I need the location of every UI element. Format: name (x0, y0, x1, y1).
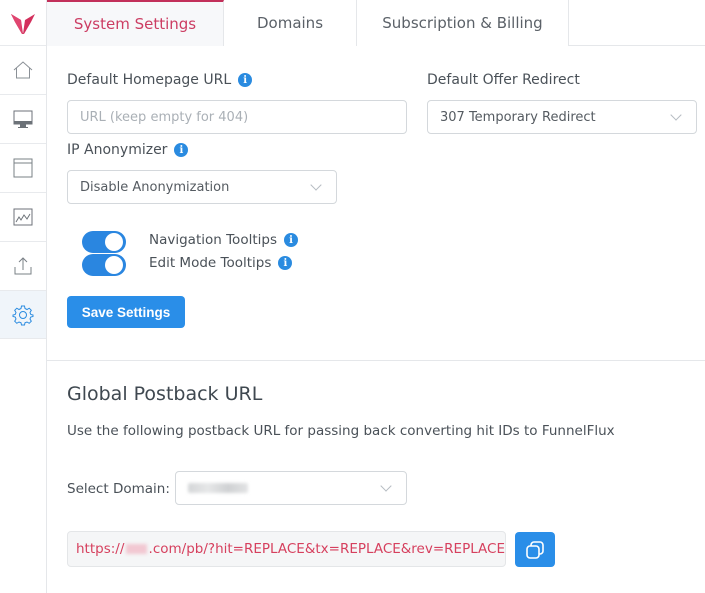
chevron-down-icon (380, 479, 392, 492)
select-domain-label: Select Domain: (67, 481, 170, 497)
chevron-down-icon (310, 178, 322, 191)
toggle-knob (105, 256, 123, 274)
tab-subscription-billing[interactable]: Subscription & Billing (357, 0, 569, 46)
sidebar-item-upload[interactable] (0, 241, 46, 290)
postback-url-field[interactable]: https:// .com/pb/?hit=REPLACE&tx=REPLACE… (67, 531, 506, 567)
offer-redirect-label: Default Offer Redirect (427, 72, 580, 88)
info-icon[interactable]: i (283, 233, 298, 247)
save-settings-button[interactable]: Save Settings (67, 296, 185, 328)
chevron-down-icon (670, 108, 682, 121)
sidebar (0, 0, 47, 593)
edit-mode-tooltips-label: Edit Mode Tooltips i (149, 255, 293, 271)
gear-icon (12, 305, 34, 325)
sidebar-item-browser[interactable] (0, 143, 46, 192)
offer-redirect-select[interactable]: 307 Temporary Redirect (427, 100, 697, 134)
window-icon (13, 158, 33, 178)
sidebar-item-settings[interactable] (0, 290, 46, 339)
main-content: Default Homepage URL i URL (keep empty f… (47, 47, 705, 593)
chart-icon (13, 208, 33, 226)
homepage-url-placeholder: URL (keep empty for 404) (80, 109, 249, 125)
monitor-icon (13, 110, 33, 128)
info-icon[interactable]: i (238, 73, 253, 87)
info-icon[interactable]: i (174, 143, 189, 157)
tab-system-settings[interactable]: System Settings (47, 0, 224, 46)
edit-mode-tooltips-toggle[interactable] (82, 254, 126, 276)
logo-icon (11, 13, 35, 34)
domain-select[interactable] (175, 471, 407, 505)
navigation-tooltips-label: Navigation Tooltips i (149, 232, 298, 248)
sidebar-item-home[interactable] (0, 45, 46, 94)
ip-anonymizer-select[interactable]: Disable Anonymization (67, 170, 337, 204)
upload-icon (14, 257, 32, 275)
domain-blurred (126, 544, 147, 554)
postback-section-title: Global Postback URL (67, 383, 263, 405)
homepage-url-label: Default Homepage URL i (67, 72, 253, 88)
homepage-url-input[interactable]: URL (keep empty for 404) (67, 100, 407, 134)
domain-value-blurred (188, 483, 248, 493)
copy-url-button[interactable] (515, 532, 555, 567)
sidebar-item-monitor[interactable] (0, 94, 46, 143)
tab-domains[interactable]: Domains (224, 0, 357, 46)
copy-icon (526, 540, 544, 559)
toggle-knob (105, 233, 123, 251)
brand-logo[interactable] (0, 0, 46, 45)
sidebar-item-reports[interactable] (0, 192, 46, 241)
postback-description: Use the following postback URL for passi… (67, 423, 615, 439)
tab-bar: System Settings Domains Subscription & B… (47, 0, 705, 46)
home-icon (13, 61, 33, 79)
ip-anonymizer-label: IP Anonymizer i (67, 142, 189, 158)
info-icon[interactable]: i (278, 256, 293, 270)
section-divider (47, 360, 705, 361)
navigation-tooltips-toggle[interactable] (82, 231, 126, 253)
